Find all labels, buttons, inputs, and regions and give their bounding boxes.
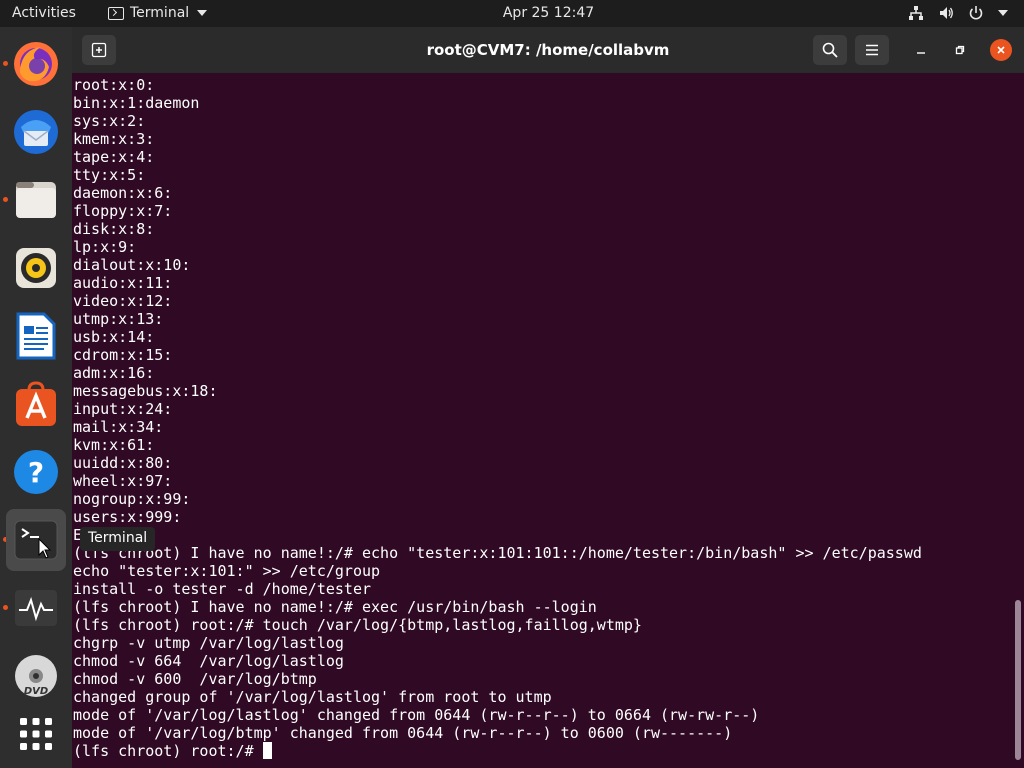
terminal-line: lp:x:9: <box>73 238 137 256</box>
terminal-line: mail:x:34: <box>73 418 164 436</box>
terminal-output[interactable]: root:x:0: bin:x:1:daemon sys:x:2: kmem:x:3:… <box>72 73 1024 768</box>
dock-item-terminal[interactable] <box>6 509 66 571</box>
terminal-line: utmp:x:13: <box>73 310 164 328</box>
terminal-line: sys:x:2: <box>73 112 146 130</box>
dock-item-rhythmbox[interactable] <box>6 237 66 299</box>
terminal-line: nogroup:x:99: <box>73 490 191 508</box>
minimize-button[interactable] <box>910 39 932 61</box>
terminal-line: root:x:0: <box>73 76 155 94</box>
terminal-line: input:x:24: <box>73 400 173 418</box>
clock[interactable]: Apr 25 12:47 <box>0 5 1024 21</box>
dock-item-help[interactable]: ? <box>6 441 66 503</box>
chevron-down-icon <box>998 10 1008 16</box>
terminal-line: daemon:x:6: <box>73 184 173 202</box>
dock-item-software[interactable] <box>6 373 66 435</box>
files-icon <box>16 182 56 218</box>
document-writer-icon <box>16 312 56 360</box>
dock-item-system-monitor[interactable] <box>6 577 66 639</box>
terminal-lines: root:x:0: bin:x:1:daemon sys:x:2: kmem:x:3:… <box>73 76 922 760</box>
svg-text:?: ? <box>28 456 44 489</box>
volume-icon <box>940 7 953 19</box>
terminal-line: bin:x:1:daemon <box>73 94 200 112</box>
terminal-line: floppy:x:7: <box>73 202 173 220</box>
help-icon: ? <box>14 450 58 494</box>
top-bar: Activities Terminal Apr 25 12:47 <box>0 0 1024 27</box>
terminal-line: uuidd:x:80: <box>73 454 173 472</box>
terminal-line: video:x:12: <box>73 292 173 310</box>
restore-icon <box>955 45 965 55</box>
search-icon <box>822 42 838 58</box>
terminal-line: disk:x:8: <box>73 220 155 238</box>
terminal-header-bar: root@CVM7: /home/collabvm <box>72 27 1024 73</box>
network-icon <box>909 6 923 20</box>
close-icon <box>997 46 1005 54</box>
system-monitor-icon <box>15 590 57 626</box>
terminal-line: install -o tester -d /home/tester <box>73 580 372 598</box>
dock-item-firefox[interactable] <box>6 33 66 95</box>
thunderbird-icon <box>14 110 58 154</box>
terminal-line: chgrp -v utmp /var/log/lastlog <box>73 634 344 652</box>
terminal-line: tape:x:4: <box>73 148 155 166</box>
search-button[interactable] <box>813 35 847 65</box>
menu-button[interactable] <box>855 35 889 65</box>
terminal-line: echo "tester:x:101:" >> /etc/group <box>73 562 381 580</box>
terminal-line: mode of '/var/log/lastlog' changed from … <box>73 706 760 724</box>
terminal-line: chmod -v 664 /var/log/lastlog <box>73 652 344 670</box>
terminal-line: cdrom:x:15: <box>73 346 173 364</box>
terminal-line: kmem:x:3: <box>73 130 155 148</box>
terminal-line: changed group of '/var/log/lastlog' from… <box>73 688 552 706</box>
scrollbar[interactable] <box>1015 600 1021 760</box>
terminal-line: dialout:x:10: <box>73 256 191 274</box>
system-tray[interactable] <box>908 5 1008 21</box>
ubuntu-software-icon <box>16 381 56 426</box>
maximize-button[interactable] <box>949 39 971 61</box>
text-cursor <box>262 742 272 759</box>
terminal-line: adm:x:16: <box>73 364 155 382</box>
terminal-prompt-line: (lfs chroot) root:/# <box>73 742 922 760</box>
terminal-line: (lfs chroot) I have no name!:/# exec /us… <box>73 598 597 616</box>
close-button[interactable] <box>990 39 1012 61</box>
firefox-icon <box>14 42 58 86</box>
terminal-line: usb:x:14: <box>73 328 155 346</box>
app-grid-icon <box>20 718 52 750</box>
terminal-line: E <box>73 526 83 544</box>
rhythmbox-icon <box>16 248 56 288</box>
minimize-icon <box>917 52 925 54</box>
dock-tooltip: Terminal <box>80 527 156 551</box>
terminal-line: wheel:x:97: <box>73 472 173 490</box>
terminal-line: users:x:999: <box>73 508 182 526</box>
dock-item-dvd[interactable]: DVD <box>6 645 66 707</box>
dock: ? DVD <box>0 27 72 768</box>
terminal-line: tty:x:5: <box>73 166 146 184</box>
dvd-icon: DVD <box>15 655 57 697</box>
dock-item-files[interactable] <box>6 169 66 231</box>
shell-prompt: (lfs chroot) root:/# <box>73 742 263 760</box>
terminal-line: messagebus:x:18: <box>73 382 218 400</box>
terminal-icon <box>14 520 58 560</box>
terminal-line: mode of '/var/log/btmp' changed from 064… <box>73 724 733 742</box>
terminal-line: (lfs chroot) root:/# touch /var/log/{btm… <box>73 616 642 634</box>
terminal-line: (lfs chroot) I have no name!:/# echo "te… <box>73 544 922 562</box>
power-icon <box>969 6 983 20</box>
terminal-line: audio:x:11: <box>73 274 173 292</box>
terminal-line: kvm:x:61: <box>73 436 155 454</box>
show-applications-button[interactable] <box>6 703 66 765</box>
hamburger-menu-icon <box>866 44 878 56</box>
dock-item-writer[interactable] <box>6 305 66 367</box>
svg-text:DVD: DVD <box>24 686 48 697</box>
terminal-line: chmod -v 600 /var/log/btmp <box>73 670 317 688</box>
dock-item-thunderbird[interactable] <box>6 101 66 163</box>
